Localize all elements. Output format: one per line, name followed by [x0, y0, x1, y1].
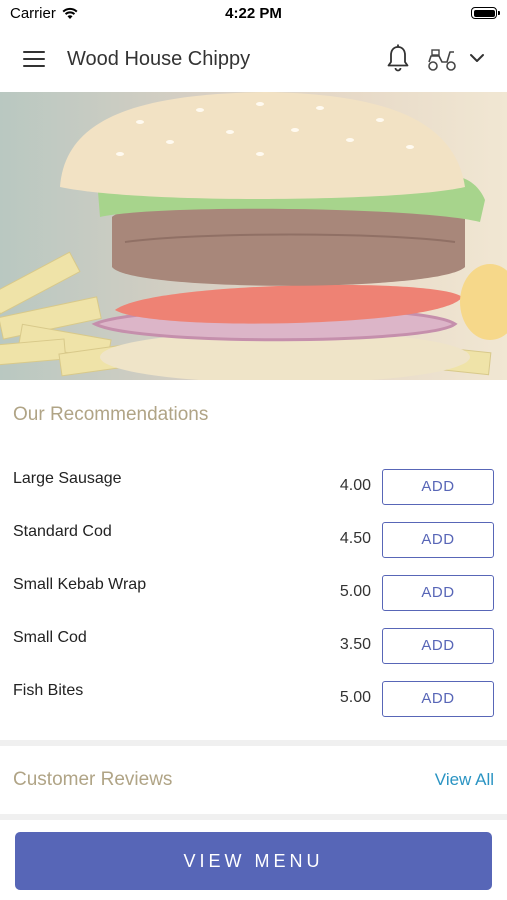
- item-name: Fish Bites: [13, 682, 84, 699]
- list-item: Large Sausage 4.00 ADD: [0, 458, 507, 511]
- app-header: Wood House Chippy: [0, 28, 507, 92]
- battery-icon: [471, 7, 500, 19]
- section-divider: [0, 740, 507, 746]
- item-price: 3.50: [339, 636, 371, 653]
- reviews-heading: Customer Reviews: [13, 769, 173, 790]
- item-name: Small Cod: [13, 629, 87, 646]
- item-price: 5.00: [339, 689, 371, 706]
- add-button[interactable]: ADD: [382, 469, 494, 505]
- recommendations-heading: Our Recommendations: [13, 404, 209, 425]
- scooter-icon[interactable]: [426, 48, 458, 72]
- item-price: 5.00: [339, 583, 371, 600]
- clock: 4:22 PM: [225, 5, 282, 22]
- view-all-link[interactable]: View All: [435, 770, 494, 790]
- hamburger-menu-icon[interactable]: [23, 50, 45, 68]
- add-button[interactable]: ADD: [382, 628, 494, 664]
- list-item: Fish Bites 5.00 ADD: [0, 670, 507, 723]
- item-name: Large Sausage: [13, 470, 122, 487]
- list-item: Small Cod 3.50 ADD: [0, 617, 507, 670]
- restaurant-title: Wood House Chippy: [67, 48, 251, 70]
- list-item: Small Kebab Wrap 5.00 ADD: [0, 564, 507, 617]
- item-name: Small Kebab Wrap: [13, 576, 147, 593]
- list-item: Standard Cod 4.50 ADD: [0, 511, 507, 564]
- add-button[interactable]: ADD: [382, 681, 494, 717]
- chevron-down-icon[interactable]: [469, 52, 485, 64]
- item-price: 4.50: [339, 530, 371, 547]
- section-divider: [0, 814, 507, 820]
- add-button[interactable]: ADD: [382, 575, 494, 611]
- item-name: Standard Cod: [13, 523, 112, 540]
- hero-image: [0, 92, 507, 380]
- item-price: 4.00: [339, 477, 371, 494]
- add-button[interactable]: ADD: [382, 522, 494, 558]
- view-menu-button[interactable]: VIEW MENU: [15, 832, 492, 890]
- bell-icon[interactable]: [385, 44, 411, 74]
- status-bar: Carrier 4:22 PM: [0, 0, 507, 28]
